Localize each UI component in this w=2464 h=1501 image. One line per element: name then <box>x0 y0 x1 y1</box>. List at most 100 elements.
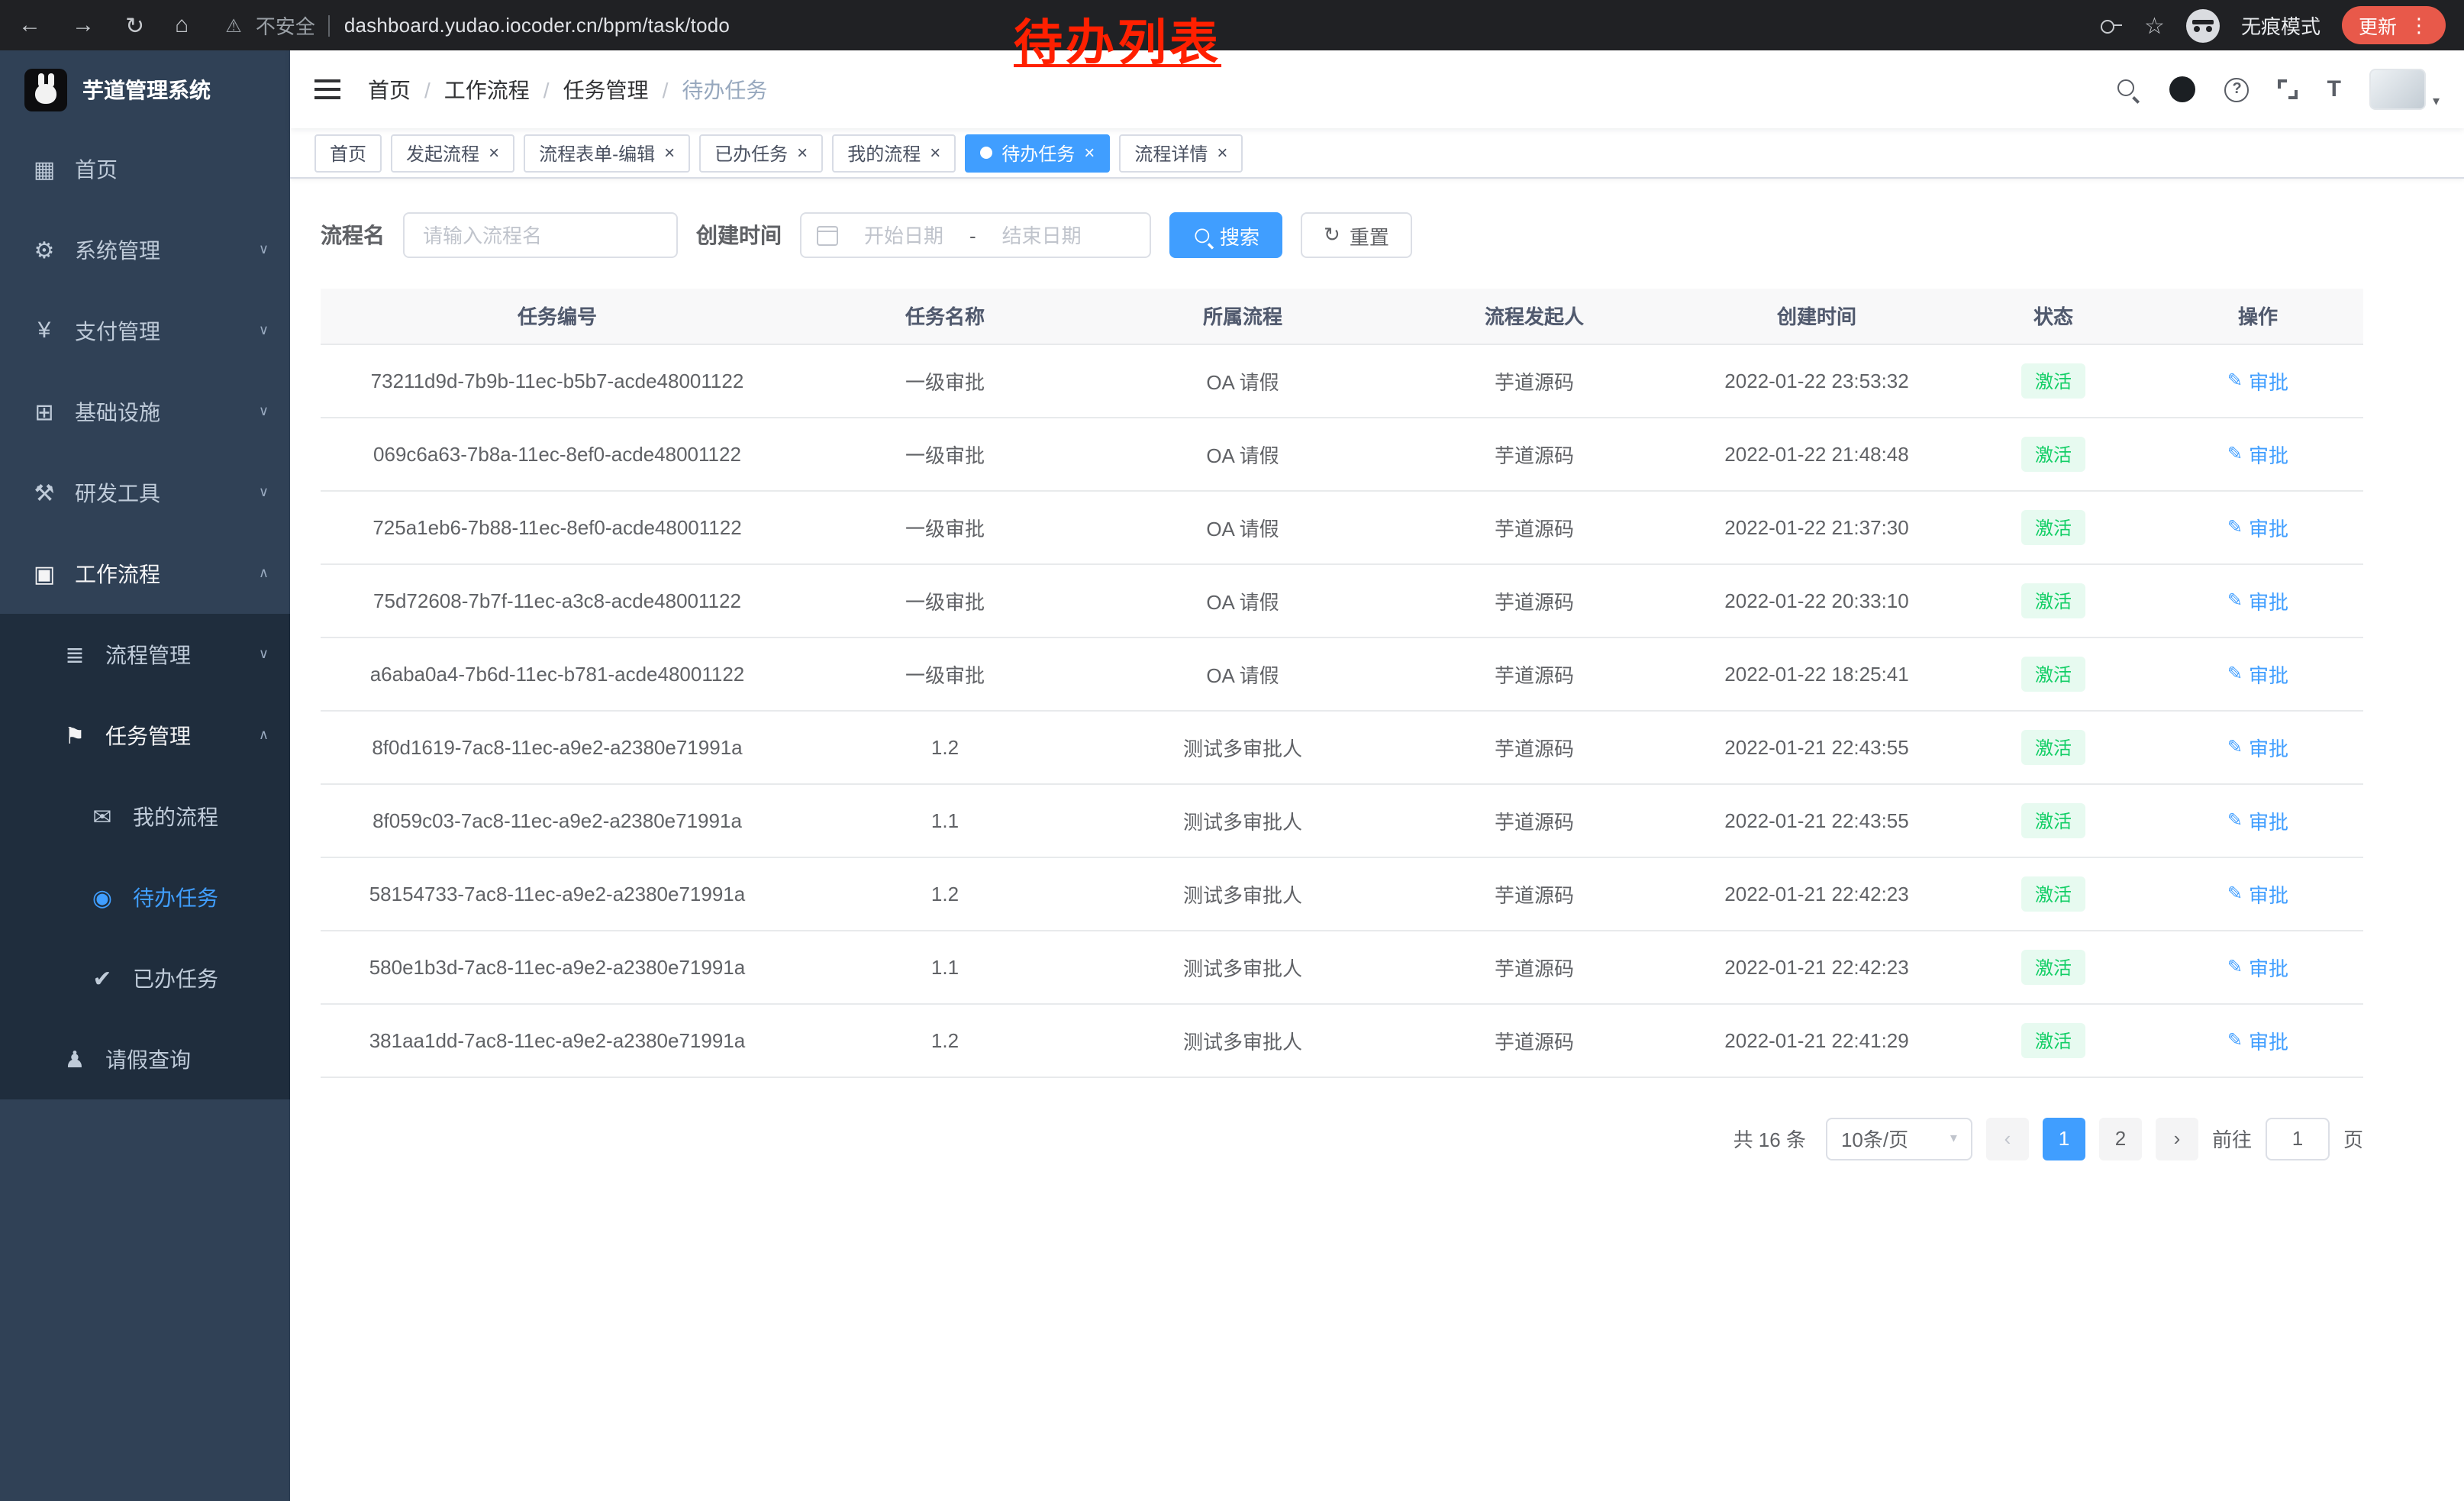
sidebar-item-system[interactable]: ⚙系统管理∨ <box>0 209 290 290</box>
table-body: 73211d9d-7b9b-11ec-b5b7-acde48001122一级审批… <box>321 344 2363 1077</box>
approve-link[interactable]: ✎审批 <box>2227 586 2288 615</box>
start-date-input[interactable] <box>847 224 960 247</box>
sidebar-item-leave-query[interactable]: ♟请假查询 <box>0 1018 290 1099</box>
cell-initiator: 芋道源码 <box>1389 344 1679 417</box>
refresh-icon[interactable]: ↻ <box>125 11 144 39</box>
tab-item[interactable]: 我的流程× <box>832 134 956 172</box>
goto-suffix: 页 <box>2343 1124 2363 1153</box>
url-text: dashboard.yudao.iocoder.cn/bpm/task/todo <box>344 14 730 37</box>
update-button[interactable]: 更新 ⋮ <box>2342 6 2446 44</box>
forward-icon[interactable]: → <box>72 12 95 38</box>
update-label: 更新 <box>2359 11 2397 40</box>
help-icon[interactable]: ? <box>2225 77 2250 102</box>
sidebar-menu: ▦首页⚙系统管理∨¥支付管理∨⊞基础设施∨⚒研发工具∨▣工作流程∧≣流程管理∨⚑… <box>0 128 290 1099</box>
address-separator <box>329 15 331 36</box>
approve-link[interactable]: ✎审批 <box>2227 1025 2288 1054</box>
approve-link[interactable]: ✎审批 <box>2227 952 2288 981</box>
calendar-icon <box>817 225 838 245</box>
cell-task-name: 1.2 <box>794 710 1096 783</box>
tab-item[interactable]: 流程表单-编辑× <box>524 134 690 172</box>
close-icon[interactable]: × <box>1217 144 1227 162</box>
approve-link[interactable]: ✎审批 <box>2227 805 2288 834</box>
approve-label: 审批 <box>2249 366 2288 395</box>
cell-status: 激活 <box>1954 710 2153 783</box>
tab-bar: 首页发起流程× 流程表单-编辑×已办任务×我的流程×待办任务×流程详情× <box>290 128 2464 179</box>
tab-item[interactable]: 流程详情× <box>1119 134 1243 172</box>
cell-created-time: 2022-01-22 18:25:41 <box>1679 637 1954 710</box>
sidebar-item-process-manage[interactable]: ≣流程管理∨ <box>0 614 290 695</box>
process-name-input[interactable] <box>403 212 678 258</box>
process-manage-icon: ≣ <box>58 641 92 668</box>
tab-item[interactable]: 待办任务× <box>965 134 1110 172</box>
page-size-select[interactable]: 10条/页 ▾ <box>1826 1117 1972 1160</box>
breadcrumb-item[interactable]: 首页 <box>368 74 411 105</box>
sidebar-item-my-process[interactable]: ✉我的流程 <box>0 776 290 857</box>
approve-label: 审批 <box>2249 1025 2288 1054</box>
approve-link[interactable]: ✎审批 <box>2227 512 2288 541</box>
sidebar-item-label: 系统管理 <box>75 234 160 265</box>
hamburger-icon[interactable] <box>314 79 340 99</box>
home-icon[interactable]: ⌂ <box>175 12 189 38</box>
chevron-up-icon: ∧ <box>259 565 269 582</box>
date-range-picker[interactable]: - <box>800 212 1151 258</box>
search-icon[interactable] <box>2117 77 2141 102</box>
close-icon[interactable]: × <box>664 144 675 162</box>
tab-item[interactable]: 已办任务× <box>699 134 823 172</box>
approve-link[interactable]: ✎审批 <box>2227 659 2288 688</box>
back-icon[interactable]: ← <box>18 12 41 38</box>
screen: ← → ↻ ⌂ ⚠ 不安全 dashboard.yudao.iocoder.cn… <box>0 0 2464 1501</box>
breadcrumb-item[interactable]: 工作流程 <box>444 74 530 105</box>
cell-action: ✎审批 <box>2153 1003 2363 1077</box>
sidebar-item-home[interactable]: ▦首页 <box>0 128 290 209</box>
cell-task-id: 381aa1dd-7ac8-11ec-a9e2-a2380e71991a <box>321 1003 794 1077</box>
cell-process: 测试多审批人 <box>1096 710 1389 783</box>
chevron-down-icon: ∨ <box>259 322 269 339</box>
tab-item[interactable]: 首页 <box>314 134 382 172</box>
next-page-button[interactable]: › <box>2156 1117 2198 1160</box>
cell-task-name: 一级审批 <box>794 417 1096 490</box>
approve-link[interactable]: ✎审批 <box>2227 732 2288 761</box>
sidebar-item-infrastructure[interactable]: ⊞基础设施∨ <box>0 371 290 452</box>
page-button-1[interactable]: 1 <box>2043 1117 2085 1160</box>
sidebar-item-todo-task[interactable]: ◉待办任务 <box>0 857 290 938</box>
cell-initiator: 芋道源码 <box>1389 710 1679 783</box>
prev-page-button[interactable]: ‹ <box>1986 1117 2029 1160</box>
approve-link[interactable]: ✎审批 <box>2227 439 2288 468</box>
table-row: 8f059c03-7ac8-11ec-a9e2-a2380e71991a1.1测… <box>321 783 2363 857</box>
goto-page-input[interactable] <box>2266 1117 2330 1160</box>
sidebar-item-workflow[interactable]: ▣工作流程∧ <box>0 533 290 614</box>
user-avatar[interactable]: ▾ <box>2370 69 2440 110</box>
search-button-label: 搜索 <box>1220 221 1259 250</box>
devtools-icon: ⚒ <box>27 479 61 506</box>
key-icon[interactable] <box>2098 13 2123 37</box>
sidebar-item-task-manage[interactable]: ⚑任务管理∧ <box>0 695 290 776</box>
sidebar-item-payment[interactable]: ¥支付管理∨ <box>0 290 290 371</box>
address-bar[interactable]: ⚠ 不安全 dashboard.yudao.iocoder.cn/bpm/tas… <box>225 11 730 40</box>
close-icon[interactable]: × <box>489 144 499 162</box>
fullscreen-icon[interactable] <box>2279 79 2298 99</box>
github-icon[interactable] <box>2170 76 2196 102</box>
approve-link[interactable]: ✎审批 <box>2227 366 2288 395</box>
cell-action: ✎审批 <box>2153 563 2363 637</box>
close-icon[interactable]: × <box>1084 144 1095 162</box>
cell-initiator: 芋道源码 <box>1389 490 1679 563</box>
search-button[interactable]: 搜索 <box>1169 212 1282 258</box>
bookmark-star-icon[interactable]: ☆ <box>2144 11 2165 39</box>
approve-link[interactable]: ✎审批 <box>2227 879 2288 908</box>
app-logo[interactable]: 芋道管理系统 <box>0 50 290 128</box>
cell-created-time: 2022-01-21 22:41:29 <box>1679 1003 1954 1077</box>
close-icon[interactable]: × <box>930 144 940 162</box>
cell-status: 激活 <box>1954 637 2153 710</box>
close-icon[interactable]: × <box>797 144 808 162</box>
sidebar-item-done-task[interactable]: ✔已办任务 <box>0 938 290 1018</box>
end-date-input[interactable] <box>985 224 1098 247</box>
sidebar-item-devtools[interactable]: ⚒研发工具∨ <box>0 452 290 533</box>
font-size-icon[interactable]: T <box>2327 76 2341 102</box>
tab-item[interactable]: 发起流程× <box>391 134 514 172</box>
menu-dots-icon[interactable]: ⋮ <box>2409 13 2429 37</box>
table-row: 069c6a63-7b8a-11ec-8ef0-acde48001122一级审批… <box>321 417 2363 490</box>
column-header: 操作 <box>2153 289 2363 344</box>
page-button-2[interactable]: 2 <box>2099 1117 2142 1160</box>
breadcrumb-item[interactable]: 任务管理 <box>563 74 649 105</box>
reset-button[interactable]: ↻ 重置 <box>1301 212 1412 258</box>
